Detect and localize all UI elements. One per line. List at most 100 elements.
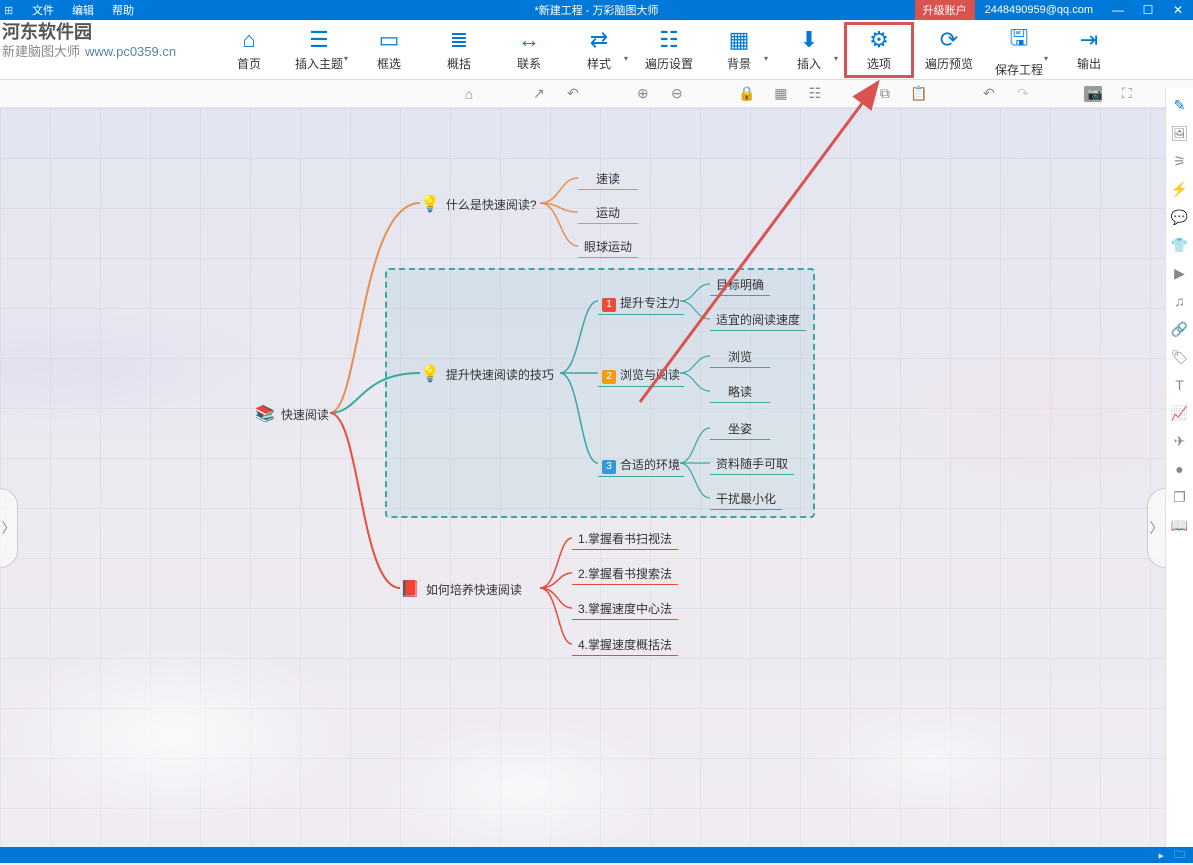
node-b2s2-leaf-1[interactable]: 略读 [710, 381, 770, 403]
toolbar-frame[interactable]: ▭框选 [354, 22, 424, 78]
upgrade-badge[interactable]: 升级账户 [915, 0, 975, 20]
node-b3-leaf-1[interactable]: 2.掌握看书搜索法 [572, 563, 678, 585]
tag-icon[interactable]: 🏷 [1169, 346, 1191, 368]
node-b1-leaf-0[interactable]: 速读 [578, 168, 638, 190]
user-email[interactable]: 2448490959@qq.com [975, 2, 1103, 18]
node-b1[interactable]: 💡 什么是快速阅读? [420, 194, 537, 214]
side-panel: ✎ 🖼 ⚞ ⚡ 💬 👕 ▶ ♫ 🔗 🏷 T 📈 ✈ ● ❐ 📖 [1165, 88, 1193, 847]
play-icon[interactable]: ▶ [1169, 262, 1191, 284]
menu-file[interactable]: 文件 [24, 0, 62, 20]
insert-topic-icon: ☰ [309, 27, 329, 53]
traverse-set-icon: ☷ [659, 27, 679, 53]
node-b3-leaf-3[interactable]: 4.掌握速度概括法 [572, 634, 678, 656]
undo-icon[interactable]: ↶ [980, 85, 998, 102]
toolbar-style[interactable]: ⇄样式▾ [564, 22, 634, 78]
frame-icon: ▭ [379, 27, 400, 53]
chart-icon[interactable]: 📈 [1169, 402, 1191, 424]
menu-help[interactable]: 帮助 [104, 0, 142, 20]
node-b2s3-leaf-0[interactable]: 坐姿 [710, 418, 770, 440]
summary-icon: ≣ [450, 27, 468, 53]
toolbar-label: 插入 [797, 55, 821, 72]
status-icon-1[interactable]: ▸ [1158, 849, 1164, 862]
toolbar-label: 选项 [867, 55, 891, 72]
node-b2s2-leaf-0[interactable]: 浏览 [710, 346, 770, 368]
node-b1-label: 什么是快速阅读? [446, 196, 537, 213]
node-b3-leaf-2[interactable]: 3.掌握速度中心法 [572, 598, 678, 620]
node-root[interactable]: 📚 快速阅读 [255, 404, 329, 424]
toolbar-background[interactable]: ▦背景▾ [704, 22, 774, 78]
back-icon[interactable]: ↶ [564, 85, 582, 102]
node-b2s1-leaf-0[interactable]: 目标明确 [710, 274, 770, 296]
image-icon[interactable]: 🖼 [1169, 122, 1191, 144]
style-icon: ⇄ [590, 27, 608, 53]
send-icon[interactable]: ✈ [1169, 430, 1191, 452]
lock-icon[interactable]: 🔒 [738, 85, 756, 102]
copy-icon[interactable]: ⧉ [876, 85, 894, 102]
toolbar-home[interactable]: ⌂首页 [214, 22, 284, 78]
dropdown-icon: ▾ [1044, 54, 1048, 63]
redo-icon[interactable]: ↷ [1014, 85, 1032, 102]
toolbar-traverse-set[interactable]: ☷遍历设置 [634, 22, 704, 78]
shirt-icon[interactable]: 👕 [1169, 234, 1191, 256]
dropdown-icon: ▾ [764, 54, 768, 63]
edit-icon[interactable]: ✎ [1169, 94, 1191, 116]
toolbar-label: 遍历预览 [925, 55, 973, 72]
maximize-button[interactable]: ☐ [1133, 3, 1163, 17]
dropdown-icon: ▾ [344, 54, 348, 63]
canvas[interactable]: 📚 快速阅读 💡 什么是快速阅读? 速读 运动 眼球运动 💡 提升快速阅读的技巧… [0, 108, 1165, 847]
left-panel-handle[interactable]: 〉 [0, 488, 18, 568]
flash-icon[interactable]: ⚡ [1169, 178, 1191, 200]
node-b2-sub3[interactable]: 3合适的环境 [598, 454, 684, 477]
toolbar-summary[interactable]: ≣ 概括 [424, 22, 494, 78]
status-icon-2[interactable]: 🗀 [1174, 846, 1185, 865]
ball-icon[interactable]: ● [1169, 458, 1191, 480]
node-b1-leaf-2[interactable]: 眼球运动 [578, 236, 638, 258]
toolbar-traverse-preview[interactable]: ⟳遍历预览 [914, 22, 984, 78]
node-b3-leaf-0[interactable]: 1.掌握看书扫视法 [572, 528, 678, 550]
books-icon: 📚 [255, 404, 275, 424]
insert-icon: ⬇ [800, 27, 818, 53]
node-b2s3-leaf-1[interactable]: 资料随手可取 [710, 453, 794, 475]
book-icon[interactable]: 📖 [1169, 514, 1191, 536]
menu-edit[interactable]: 编辑 [64, 0, 102, 20]
node-b2s3-leaf-2[interactable]: 干扰最小化 [710, 488, 782, 510]
toolbar-label: 概括 [447, 55, 471, 72]
window-controls: — ☐ ✕ [1103, 3, 1193, 17]
export-icon: ⇥ [1080, 27, 1098, 53]
right-panel-handle[interactable]: 〉 [1147, 488, 1165, 568]
minimize-button[interactable]: — [1103, 3, 1133, 17]
zoom-in-icon[interactable]: ⊕ [634, 85, 652, 102]
branch-icon[interactable]: ⚞ [1169, 150, 1191, 172]
text-icon[interactable]: T [1169, 374, 1191, 396]
layers-icon[interactable]: ❐ [1169, 486, 1191, 508]
background-icon: ▦ [729, 27, 750, 53]
toolbar-options[interactable]: ⚙选项 [844, 22, 914, 78]
grid-icon[interactable]: ▦ [772, 85, 790, 102]
align-icon[interactable]: ☷ [806, 85, 824, 102]
toolbar-save[interactable]: 🖫保存工程▾ [984, 22, 1054, 78]
comment-icon[interactable]: 💬 [1169, 206, 1191, 228]
node-b2-sub2[interactable]: 2浏览与阅读 [598, 364, 684, 387]
link-icon[interactable]: 🔗 [1169, 318, 1191, 340]
toolbar-relation[interactable]: ↔联系 [494, 22, 564, 78]
toolbar-insert[interactable]: ⬇插入▾ [774, 22, 844, 78]
paste-icon[interactable]: 📋 [910, 85, 928, 102]
zoom-out-icon[interactable]: ⊖ [668, 85, 686, 102]
toolbar-label: 输出 [1077, 55, 1101, 72]
node-b1-leaf-1[interactable]: 运动 [578, 202, 638, 224]
node-b2-sub1[interactable]: 1提升专注力 [598, 292, 684, 315]
node-b2s1-leaf-1[interactable]: 适宜的阅读速度 [710, 309, 806, 331]
main-toolbar: 河东软件园 新建脑图大师 www.pc0359.cn ⌂首页☰插入主题▾▭框选≣… [0, 20, 1193, 80]
node-b3[interactable]: 📕 如何培养快速阅读 [400, 579, 522, 599]
music-icon[interactable]: ♫ [1169, 290, 1191, 312]
share-icon[interactable]: ↗ [530, 85, 548, 102]
fullscreen-icon[interactable]: ⛶ [1118, 85, 1136, 102]
toolbar-export[interactable]: ⇥ 输出 [1054, 22, 1124, 78]
toolbar-insert-topic[interactable]: ☰插入主题▾ [284, 22, 354, 78]
node-b2[interactable]: 💡 提升快速阅读的技巧 [420, 364, 554, 384]
camera-icon[interactable]: 📷 [1084, 86, 1102, 102]
toolbar-label: 首页 [237, 55, 261, 72]
close-button[interactable]: ✕ [1163, 3, 1193, 17]
home-icon[interactable]: ⌂ [460, 86, 478, 102]
toolbar-label: 联系 [517, 55, 541, 72]
